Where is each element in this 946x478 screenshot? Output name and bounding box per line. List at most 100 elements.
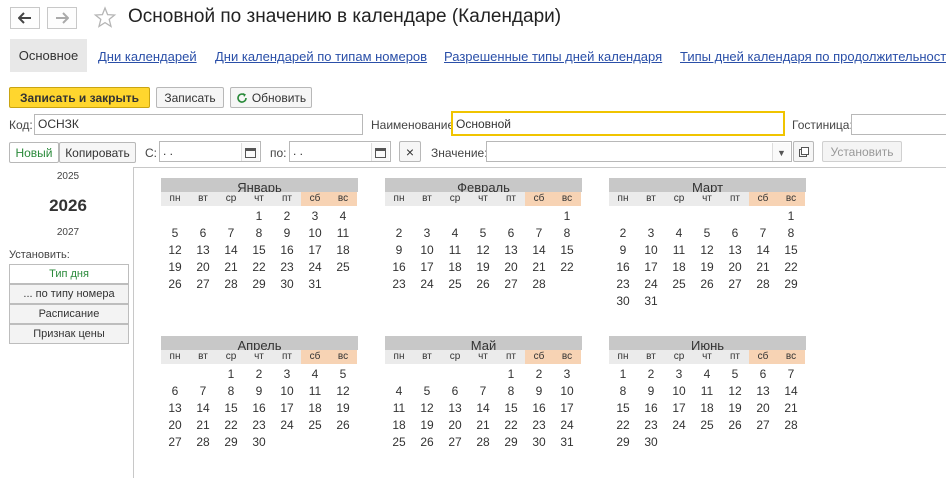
calendar-day[interactable]: 22 (245, 259, 273, 276)
calendar-day[interactable]: 8 (245, 225, 273, 242)
calendar-day[interactable]: 8 (777, 225, 805, 242)
calendar-day[interactable]: 27 (749, 417, 777, 434)
calendar-day[interactable]: 21 (189, 417, 217, 434)
calendar-day[interactable]: 10 (553, 383, 581, 400)
calendar-day[interactable]: 10 (637, 242, 665, 259)
calendar-day[interactable]: 26 (469, 276, 497, 293)
calendar-day[interactable]: 6 (721, 225, 749, 242)
calendar-day[interactable]: 31 (553, 434, 581, 451)
calendar-day[interactable]: 26 (693, 276, 721, 293)
calendar-day[interactable]: 14 (217, 242, 245, 259)
calendar-day[interactable]: 10 (273, 383, 301, 400)
calendar-day[interactable]: 29 (217, 434, 245, 451)
calendar-day[interactable]: 17 (665, 400, 693, 417)
calendar-day[interactable]: 4 (665, 225, 693, 242)
calendar-day[interactable]: 8 (217, 383, 245, 400)
calendar-day[interactable]: 5 (469, 225, 497, 242)
calendar-day[interactable]: 19 (329, 400, 357, 417)
calendar-day[interactable]: 11 (441, 242, 469, 259)
calendar-day[interactable]: 9 (245, 383, 273, 400)
year-prev[interactable]: 2025 (29, 171, 107, 182)
calendar-day[interactable]: 25 (441, 276, 469, 293)
calendar-day[interactable]: 11 (329, 225, 357, 242)
calendar-day[interactable]: 29 (777, 276, 805, 293)
calendar-day[interactable]: 16 (245, 400, 273, 417)
calendar-day[interactable]: 26 (161, 276, 189, 293)
calendar-day[interactable]: 7 (749, 225, 777, 242)
calendar-icon[interactable] (371, 143, 389, 161)
calendar-day[interactable]: 21 (217, 259, 245, 276)
calendar-day[interactable]: 15 (497, 400, 525, 417)
calendar-day[interactable]: 18 (441, 259, 469, 276)
calendar-day[interactable]: 21 (469, 417, 497, 434)
calendar-day[interactable]: 23 (273, 259, 301, 276)
calendar-day[interactable]: 1 (497, 366, 525, 383)
calendar-day[interactable]: 20 (497, 259, 525, 276)
calendar-day[interactable]: 7 (217, 225, 245, 242)
calendar-day[interactable]: 23 (525, 417, 553, 434)
calendar-day[interactable]: 16 (609, 259, 637, 276)
calendar-day[interactable]: 11 (665, 242, 693, 259)
calendar-day[interactable]: 5 (329, 366, 357, 383)
calendar-day[interactable]: 23 (609, 276, 637, 293)
calendar-day[interactable]: 28 (749, 276, 777, 293)
calendar-day[interactable]: 1 (609, 366, 637, 383)
calendar-day[interactable]: 28 (189, 434, 217, 451)
set-schedule-button[interactable]: Расписание (9, 304, 129, 324)
calendar-day[interactable]: 28 (469, 434, 497, 451)
calendar-day[interactable]: 17 (413, 259, 441, 276)
calendar-day[interactable]: 25 (329, 259, 357, 276)
calendar-day[interactable]: 9 (637, 383, 665, 400)
refresh-button[interactable]: Обновить (230, 87, 312, 108)
calendar-day[interactable]: 7 (777, 366, 805, 383)
calendar-day[interactable]: 5 (721, 366, 749, 383)
calendar-day[interactable]: 15 (609, 400, 637, 417)
calendar-day[interactable]: 4 (301, 366, 329, 383)
calendar-day[interactable]: 12 (329, 383, 357, 400)
calendar-day[interactable]: 5 (161, 225, 189, 242)
hotel-field[interactable] (851, 114, 946, 135)
calendar-day[interactable]: 21 (777, 400, 805, 417)
calendar-day[interactable]: 16 (525, 400, 553, 417)
calendar-day[interactable]: 18 (385, 417, 413, 434)
calendar-day[interactable]: 21 (749, 259, 777, 276)
calendar-day[interactable]: 17 (301, 242, 329, 259)
calendar-day[interactable]: 13 (721, 242, 749, 259)
calendar-day[interactable]: 23 (385, 276, 413, 293)
calendar-day[interactable]: 14 (525, 242, 553, 259)
calendar-day[interactable]: 29 (609, 434, 637, 451)
calendar-day[interactable]: 30 (525, 434, 553, 451)
calendar-day[interactable]: 22 (609, 417, 637, 434)
calendar-day[interactable]: 11 (385, 400, 413, 417)
clear-period-button[interactable]: × (399, 141, 421, 162)
calendar-day[interactable]: 25 (693, 417, 721, 434)
calendar-day[interactable]: 1 (553, 208, 581, 225)
calendar-day[interactable]: 8 (609, 383, 637, 400)
calendar-day[interactable]: 20 (441, 417, 469, 434)
calendar-day[interactable]: 16 (385, 259, 413, 276)
calendar-day[interactable]: 24 (273, 417, 301, 434)
calendar-day[interactable]: 11 (693, 383, 721, 400)
calendar-day[interactable]: 2 (525, 366, 553, 383)
calendar-day[interactable]: 27 (441, 434, 469, 451)
year-current[interactable]: 2026 (29, 196, 107, 216)
calendar-day[interactable]: 4 (385, 383, 413, 400)
calendar-day[interactable]: 24 (301, 259, 329, 276)
calendar-day[interactable]: 14 (777, 383, 805, 400)
value-select[interactable]: ▼ (486, 141, 792, 162)
calendar-day[interactable]: 28 (525, 276, 553, 293)
calendar-day[interactable]: 1 (217, 366, 245, 383)
calendar-day[interactable]: 8 (553, 225, 581, 242)
calendar-day[interactable]: 26 (413, 434, 441, 451)
tab-allowed-day-types[interactable]: Разрешенные типы дней календаря (444, 49, 662, 64)
calendar-day[interactable]: 10 (665, 383, 693, 400)
calendar-day[interactable]: 3 (413, 225, 441, 242)
calendar-day[interactable]: 22 (217, 417, 245, 434)
calendar-day[interactable]: 2 (273, 208, 301, 225)
calendar-day[interactable]: 19 (413, 417, 441, 434)
calendar-day[interactable]: 30 (637, 434, 665, 451)
calendar-day[interactable]: 12 (693, 242, 721, 259)
calendar-day[interactable]: 19 (721, 400, 749, 417)
calendar-day[interactable]: 14 (749, 242, 777, 259)
calendar-day[interactable]: 17 (273, 400, 301, 417)
